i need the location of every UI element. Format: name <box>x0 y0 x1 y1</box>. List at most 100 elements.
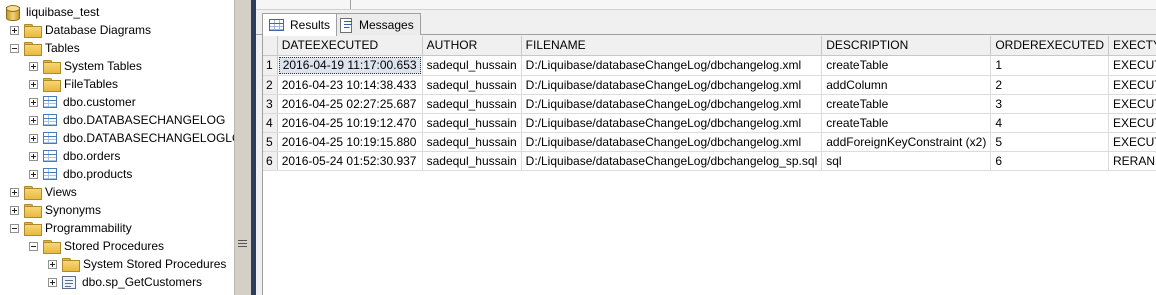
table-cell[interactable]: D:/Liquibase/databaseChangeLog/dbchangel… <box>521 75 823 95</box>
table-cell[interactable]: D:/Liquibase/databaseChangeLog/dbchangel… <box>521 151 823 171</box>
column-header[interactable]: DATEEXECUTED <box>277 36 423 56</box>
tree-item[interactable]: System Tables <box>29 57 142 75</box>
splitter-grip-icon[interactable] <box>238 240 247 249</box>
tree-item[interactable]: dbo.products <box>29 165 132 183</box>
pane-splitter[interactable] <box>234 0 251 295</box>
table-cell[interactable]: EXECUTED <box>1108 94 1156 114</box>
table-cell[interactable]: sadequl_hussain <box>422 75 522 95</box>
expand-icon[interactable] <box>48 259 57 269</box>
table-cell[interactable]: 2 <box>990 75 1109 95</box>
table-cell[interactable]: 6 <box>990 151 1109 171</box>
table-cell[interactable]: addColumn <box>821 75 992 95</box>
expand-icon[interactable] <box>29 97 38 107</box>
table-row[interactable]: 4 2016-04-25 10:19:12.470 sadequl_hussain D… <box>263 113 1156 133</box>
table-cell[interactable]: EXECUTED <box>1108 132 1156 152</box>
row-number[interactable]: 1 <box>263 55 278 76</box>
table-cell[interactable]: RERAN <box>1108 151 1156 171</box>
tree-item[interactable]: Database Diagrams <box>10 21 151 39</box>
table-cell[interactable]: addForeignKeyConstraint (x2) <box>821 132 992 152</box>
tab-messages[interactable]: Messages <box>332 13 421 35</box>
table-cell[interactable]: 2016-05-24 01:52:30.937 <box>277 151 423 171</box>
tree-item[interactable]: Tables <box>10 39 80 57</box>
row-number[interactable]: 5 <box>263 132 278 152</box>
table-cell[interactable]: 2016-04-23 10:14:38.433 <box>277 75 423 95</box>
table-cell[interactable]: 1 <box>990 55 1109 76</box>
tree-item[interactable]: dbo.DATABASECHANGELOGLO <box>29 129 234 147</box>
table-cell[interactable]: sadequl_hussain <box>422 151 522 171</box>
table-cell[interactable]: 2016-04-25 02:27:25.687 <box>277 94 423 114</box>
expand-icon[interactable] <box>10 205 19 215</box>
table-cell[interactable]: 2016-04-19 11:17:00.653 <box>277 55 423 76</box>
collapse-icon[interactable] <box>10 43 19 53</box>
table-row[interactable]: 2 2016-04-23 10:14:38.433 sadequl_hussain D… <box>263 75 1156 95</box>
table-cell[interactable]: EXECUTED <box>1108 55 1156 76</box>
row-number[interactable]: 2 <box>263 75 278 95</box>
folder-icon <box>43 240 61 254</box>
folder-icon <box>43 78 61 92</box>
table-cell[interactable]: createTable <box>821 55 992 76</box>
collapse-icon[interactable] <box>10 223 19 233</box>
table-cell[interactable]: createTable <box>821 113 992 133</box>
table-cell[interactable]: sql <box>821 151 992 171</box>
table-cell[interactable]: EXECUTED <box>1108 113 1156 133</box>
table-cell[interactable]: sadequl_hussain <box>422 113 522 133</box>
row-number[interactable]: 3 <box>263 94 278 114</box>
expand-icon[interactable] <box>10 187 19 197</box>
tree-item[interactable]: Synonyms <box>10 201 101 219</box>
grid-corner[interactable] <box>263 36 278 56</box>
tree-item[interactable]: FileTables <box>29 75 118 93</box>
table-cell[interactable]: 3 <box>990 94 1109 114</box>
tree-item[interactable]: dbo.customer <box>29 93 136 111</box>
table-row[interactable]: 6 2016-05-24 01:52:30.937 sadequl_hussain D… <box>263 151 1156 171</box>
column-header[interactable]: EXECTYPE <box>1108 36 1156 56</box>
stored-procedure-icon <box>62 275 76 289</box>
table-cell[interactable]: sadequl_hussain <box>422 132 522 152</box>
tree-item-label: System Tables <box>64 59 142 73</box>
table-icon <box>43 114 57 126</box>
row-number[interactable]: 6 <box>263 151 278 171</box>
expand-icon[interactable] <box>29 115 38 125</box>
expand-icon[interactable] <box>29 61 38 71</box>
table-cell[interactable]: EXECUTED <box>1108 75 1156 95</box>
tree-item[interactable]: Stored Procedures <box>29 237 164 255</box>
column-header[interactable]: AUTHOR <box>422 36 522 56</box>
expand-icon[interactable] <box>29 133 38 143</box>
expand-icon[interactable] <box>48 277 57 287</box>
table-cell[interactable]: 4 <box>990 113 1109 133</box>
tree-item[interactable]: dbo.orders <box>29 147 120 165</box>
tab-results[interactable]: Results <box>262 13 338 36</box>
column-header[interactable]: ORDEREXECUTED <box>990 36 1109 56</box>
tree-item[interactable]: Views <box>10 183 77 201</box>
expand-icon[interactable] <box>29 151 38 161</box>
collapse-icon[interactable] <box>29 241 38 251</box>
expand-icon[interactable] <box>29 79 38 89</box>
table-cell[interactable]: createTable <box>821 94 992 114</box>
table-row[interactable]: 1 2016-04-19 11:17:00.653 sadequl_hussain D… <box>263 55 1156 76</box>
tree-item-label: Views <box>45 185 77 199</box>
tree-item[interactable]: Programmability <box>10 219 132 237</box>
column-header[interactable]: FILENAME <box>521 36 823 56</box>
table-cell[interactable]: D:/Liquibase/databaseChangeLog/dbchangel… <box>521 113 823 133</box>
tree-item[interactable]: dbo.DATABASECHANGELOG <box>29 111 225 129</box>
grid-icon <box>269 19 284 31</box>
table-cell[interactable]: 2016-04-25 10:19:12.470 <box>277 113 423 133</box>
table-cell[interactable]: D:/Liquibase/databaseChangeLog/dbchangel… <box>521 94 823 114</box>
table-cell[interactable]: sadequl_hussain <box>422 55 522 76</box>
column-header[interactable]: DESCRIPTION <box>821 36 992 56</box>
table-cell[interactable]: D:/Liquibase/databaseChangeLog/dbchangel… <box>521 55 823 76</box>
expand-icon[interactable] <box>10 25 19 35</box>
table-cell[interactable]: 5 <box>990 132 1109 152</box>
table-cell[interactable]: sadequl_hussain <box>422 94 522 114</box>
editor-bottom-strip <box>256 0 1156 10</box>
table-row[interactable]: 3 2016-04-25 02:27:25.687 sadequl_hussain D… <box>263 94 1156 114</box>
table-cell[interactable]: 2016-04-25 10:19:15.880 <box>277 132 423 152</box>
tree-item[interactable]: liquibase_test <box>6 3 99 21</box>
tree-item[interactable]: System Stored Procedures <box>48 255 226 273</box>
table-row[interactable]: 5 2016-04-25 10:19:15.880 sadequl_hussain D… <box>263 132 1156 152</box>
tree-item[interactable]: dbo.sp_GetCustomers <box>48 273 202 291</box>
row-number[interactable]: 4 <box>263 113 278 133</box>
results-grid[interactable]: DATEEXECUTED AUTHOR FILENAME DESCRIPTION ORD… <box>262 36 1156 295</box>
tab-messages-label: Messages <box>359 17 414 32</box>
table-cell[interactable]: D:/Liquibase/databaseChangeLog/dbchangel… <box>521 132 823 152</box>
expand-icon[interactable] <box>29 169 38 179</box>
